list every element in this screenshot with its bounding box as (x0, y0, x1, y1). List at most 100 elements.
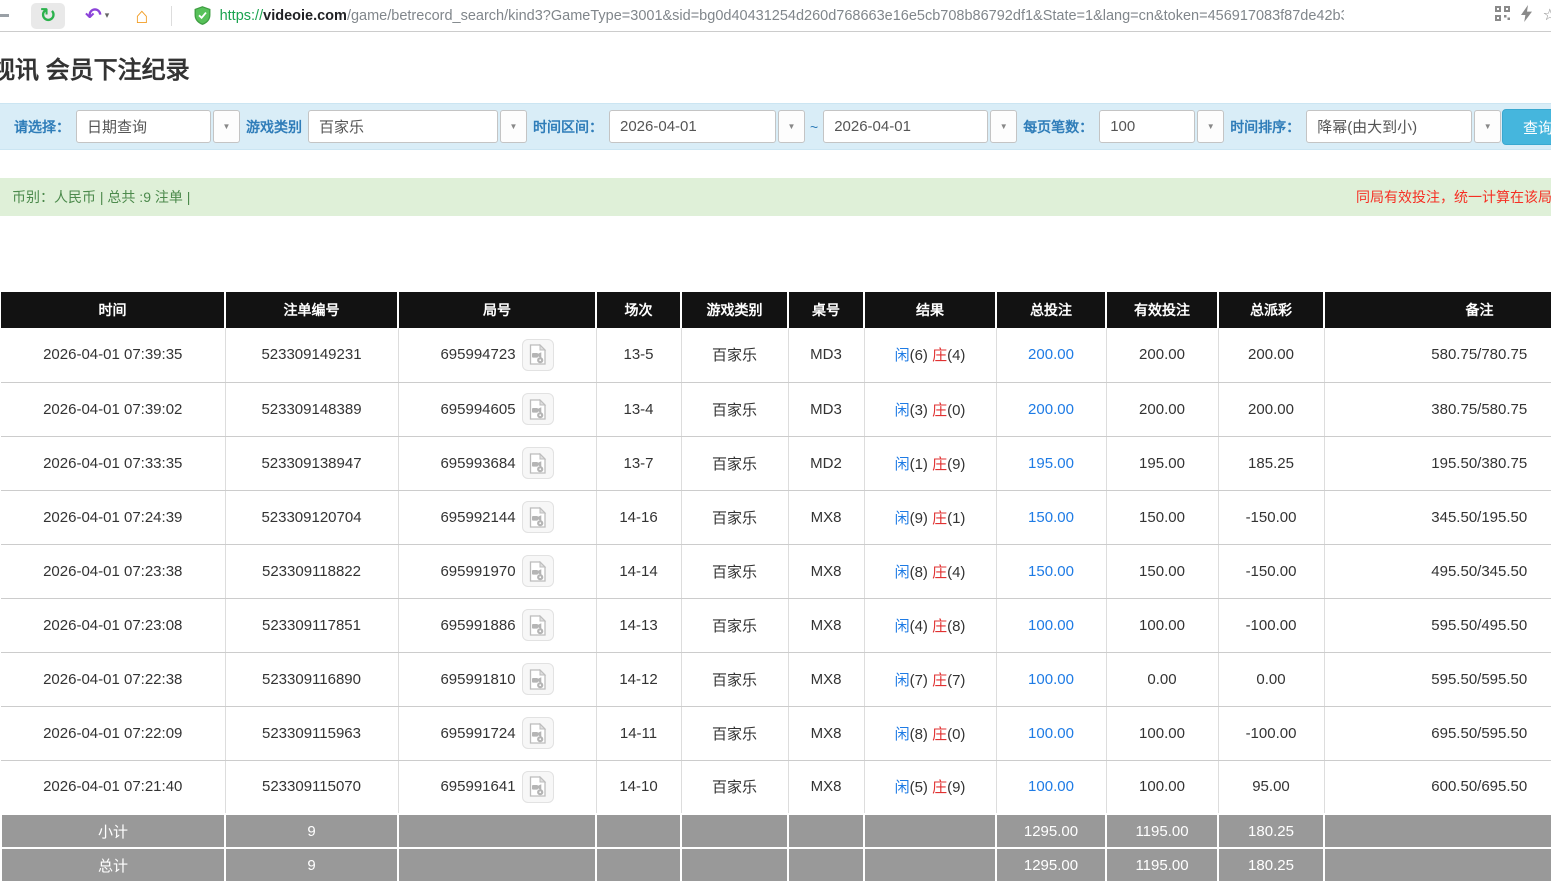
valid-bet-cell: 150.00 (1106, 544, 1218, 598)
security-shield-icon[interactable] (194, 6, 211, 25)
sort-order-select[interactable]: 降幂(由大到小) (1306, 110, 1472, 143)
result-cell: 闲(7) 庄(7) (864, 652, 996, 706)
video-replay-button[interactable] (522, 663, 554, 695)
remark-cell: 195.50/380.75 (1324, 436, 1551, 490)
time-cell: 2026-04-01 07:24:39 (1, 490, 225, 544)
table-row: 2026-04-01 07:23:38523309118822695991970… (1, 544, 1551, 598)
payout-cell: -100.00 (1218, 598, 1324, 652)
result-cell: 闲(5) 庄(9) (864, 760, 996, 814)
video-replay-button[interactable] (522, 393, 554, 425)
empty-cell (1324, 848, 1551, 882)
round-id: 695992144 (440, 509, 515, 526)
video-replay-button[interactable] (522, 447, 554, 479)
payout-cell: -100.00 (1218, 706, 1324, 760)
total-bet-link[interactable]: 100.00 (1028, 725, 1074, 742)
bookmark-star-icon[interactable]: ☆ (1543, 8, 1551, 24)
round-cell: 695993684 (398, 436, 596, 490)
total-bet-link[interactable]: 150.00 (1028, 509, 1074, 526)
player-score: (7) (910, 672, 933, 689)
empty-cell (681, 814, 788, 848)
total-bet-link[interactable]: 100.00 (1028, 778, 1074, 795)
player-score: (8) (910, 564, 933, 581)
round-cell: 695991724 (398, 706, 596, 760)
page-size-select[interactable]: 100 (1099, 110, 1195, 143)
payout-cell: 200.00 (1218, 382, 1324, 436)
total-bet-cell: 150.00 (996, 490, 1106, 544)
video-replay-button[interactable] (522, 717, 554, 749)
page-size-select-arrow[interactable]: ▼ (1197, 110, 1224, 143)
qr-code-icon[interactable] (1495, 6, 1510, 26)
empty-cell (788, 814, 864, 848)
video-replay-button[interactable] (522, 609, 554, 641)
bet-id-cell: 523309148389 (225, 382, 398, 436)
reload-button[interactable]: ↻ (31, 3, 65, 29)
player-label: 闲 (895, 510, 910, 527)
valid-bet-cell: 200.00 (1106, 382, 1218, 436)
result-cell: 闲(1) 庄(9) (864, 436, 996, 490)
total-bet-link[interactable]: 200.00 (1028, 401, 1074, 418)
game-type-cell: 百家乐 (681, 652, 788, 706)
video-replay-button[interactable] (522, 501, 554, 533)
summary-count: 9 (225, 814, 398, 848)
video-replay-button[interactable] (522, 339, 554, 371)
lightning-icon[interactable] (1520, 5, 1533, 27)
subtotal-row: 小计91295.001195.00180.25 (1, 814, 1551, 848)
date-to-arrow[interactable]: ▼ (990, 110, 1017, 143)
column-header: 局号 (398, 292, 596, 328)
valid-bet-cell: 100.00 (1106, 706, 1218, 760)
range-separator: ~ (810, 119, 818, 135)
filter-bar: 请选择： 日期查询 ▼ 游戏类别 百家乐 ▼ 时间区间： 2026-04-01 … (0, 103, 1551, 150)
player-label: 闲 (895, 726, 910, 743)
empty-cell (788, 848, 864, 882)
page-size-value: 100 (1110, 118, 1135, 135)
valid-bet-notice: 同局有效投注，统一计算在该局第 (1356, 178, 1551, 216)
toolbar-divider (171, 6, 172, 26)
player-score: (4) (910, 618, 933, 635)
round-cell: 695991886 (398, 598, 596, 652)
empty-cell (398, 814, 596, 848)
summary-label: 总计 (1, 848, 225, 882)
total-bet-link[interactable]: 100.00 (1028, 671, 1074, 688)
total-bet-link[interactable]: 200.00 (1028, 346, 1074, 363)
game-type-cell: 百家乐 (681, 706, 788, 760)
query-mode-label: 请选择： (14, 117, 70, 137)
search-button[interactable]: 查询 (1502, 109, 1551, 145)
date-from-input[interactable]: 2026-04-01 (609, 110, 776, 143)
video-replay-button[interactable] (522, 555, 554, 587)
banker-label: 庄 (932, 510, 947, 527)
total-bet-link[interactable]: 195.00 (1028, 455, 1074, 472)
time-cell: 2026-04-01 07:23:08 (1, 598, 225, 652)
total-bet-link[interactable]: 150.00 (1028, 563, 1074, 580)
remark-cell: 595.50/595.50 (1324, 652, 1551, 706)
result-cell: 闲(9) 庄(1) (864, 490, 996, 544)
query-mode-select[interactable]: 日期查询 (76, 110, 211, 143)
undo-button[interactable]: ↶ ▾ (79, 3, 115, 29)
banker-score: (0) (947, 402, 965, 419)
player-score: (6) (910, 347, 933, 364)
round-cell: 695991810 (398, 652, 596, 706)
column-header: 有效投注 (1106, 292, 1218, 328)
game-type-select-arrow[interactable]: ▼ (500, 110, 527, 143)
game-type-cell: 百家乐 (681, 328, 788, 382)
sort-order-select-arrow[interactable]: ▼ (1474, 110, 1501, 143)
date-from-arrow[interactable]: ▼ (778, 110, 805, 143)
query-mode-select-arrow[interactable]: ▼ (213, 110, 240, 143)
time-cell: 2026-04-01 07:21:40 (1, 760, 225, 814)
column-header: 场次 (596, 292, 681, 328)
payout-cell: -150.00 (1218, 544, 1324, 598)
table-code-cell: MD3 (788, 382, 864, 436)
date-to-input[interactable]: 2026-04-01 (823, 110, 988, 143)
chevron-down-icon: ▼ (510, 122, 518, 131)
home-button[interactable]: ⌂ (129, 3, 154, 29)
session-cell: 14-14 (596, 544, 681, 598)
url-domain: videoie.com (263, 8, 347, 24)
address-bar[interactable]: https://videoie.com/game/betrecord_searc… (194, 6, 1344, 25)
total-bet-link[interactable]: 100.00 (1028, 617, 1074, 634)
game-type-select[interactable]: 百家乐 (308, 110, 498, 143)
currency-total-text: 币别：人民币 | 总共 :9 注单 | (12, 178, 190, 216)
game-type-label: 游戏类别 (246, 117, 302, 137)
banker-label: 庄 (932, 672, 947, 689)
session-cell: 13-4 (596, 382, 681, 436)
video-replay-button[interactable] (522, 771, 554, 803)
table-code-cell: MX8 (788, 706, 864, 760)
